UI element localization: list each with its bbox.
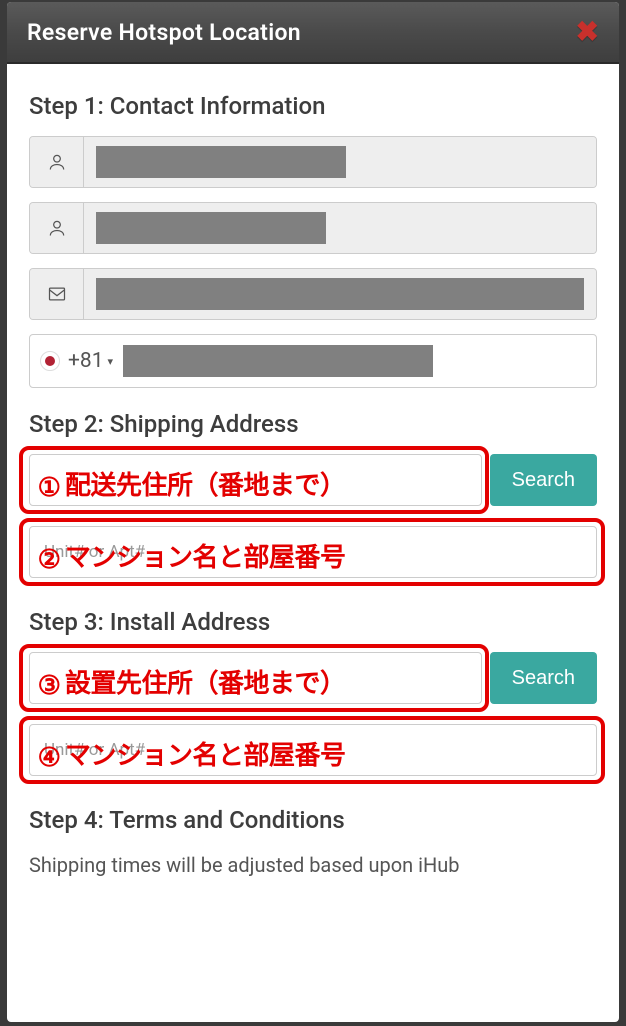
- firstname-input[interactable]: [84, 137, 596, 187]
- placeholder-text: Unit# or Apt#: [44, 740, 145, 760]
- placeholder-text: Unit# or Apt#: [44, 542, 145, 562]
- phone-input[interactable]: [123, 335, 596, 387]
- dial-code[interactable]: +81: [68, 349, 104, 373]
- flag-japan-icon[interactable]: [40, 351, 60, 371]
- envelope-icon: [30, 269, 84, 319]
- email-input-group: [29, 268, 597, 320]
- modal-header: Reserve Hotspot Location ✖: [7, 2, 619, 64]
- step1-title: Step 1: Contact Information: [29, 92, 597, 120]
- step3-section: Install Address Search ③設置先住所（番地まで） Unit…: [29, 652, 597, 776]
- lastname-input-group: [29, 202, 597, 254]
- install-address-input[interactable]: Install Address: [29, 652, 482, 704]
- firstname-input-group: [29, 136, 597, 188]
- modal-title: Reserve Hotspot Location: [27, 19, 301, 46]
- step3-title: Step 3: Install Address: [29, 608, 597, 636]
- person-icon: [30, 137, 84, 187]
- install-search-button[interactable]: Search: [490, 652, 597, 704]
- shipping-search-button[interactable]: Search: [490, 454, 597, 506]
- close-icon[interactable]: ✖: [576, 18, 599, 46]
- step2-section: Shipping Address Search ①配送先住所（番地まで） Uni…: [29, 454, 597, 578]
- modal-body: Step 1: Contact Information: [7, 64, 619, 908]
- redacted-text: [96, 146, 346, 178]
- redacted-text: [96, 212, 326, 244]
- chevron-down-icon[interactable]: ▾: [108, 355, 114, 368]
- install-unit-input[interactable]: Unit# or Apt#: [29, 724, 597, 776]
- shipping-unit-input[interactable]: Unit# or Apt#: [29, 526, 597, 578]
- lastname-input[interactable]: [84, 203, 596, 253]
- redacted-text: [123, 345, 433, 377]
- modal-dialog: Reserve Hotspot Location ✖ Step 1: Conta…: [7, 2, 619, 1022]
- step2-title: Step 2: Shipping Address: [29, 410, 597, 438]
- shipping-address-input[interactable]: Shipping Address: [29, 454, 482, 506]
- email-input[interactable]: [84, 269, 596, 319]
- redacted-text: [96, 278, 584, 310]
- phone-input-group: +81 ▾: [29, 334, 597, 388]
- step4-title: Step 4: Terms and Conditions: [29, 806, 597, 834]
- terms-text: Shipping times will be adjusted based up…: [29, 850, 597, 880]
- person-icon: [30, 203, 84, 253]
